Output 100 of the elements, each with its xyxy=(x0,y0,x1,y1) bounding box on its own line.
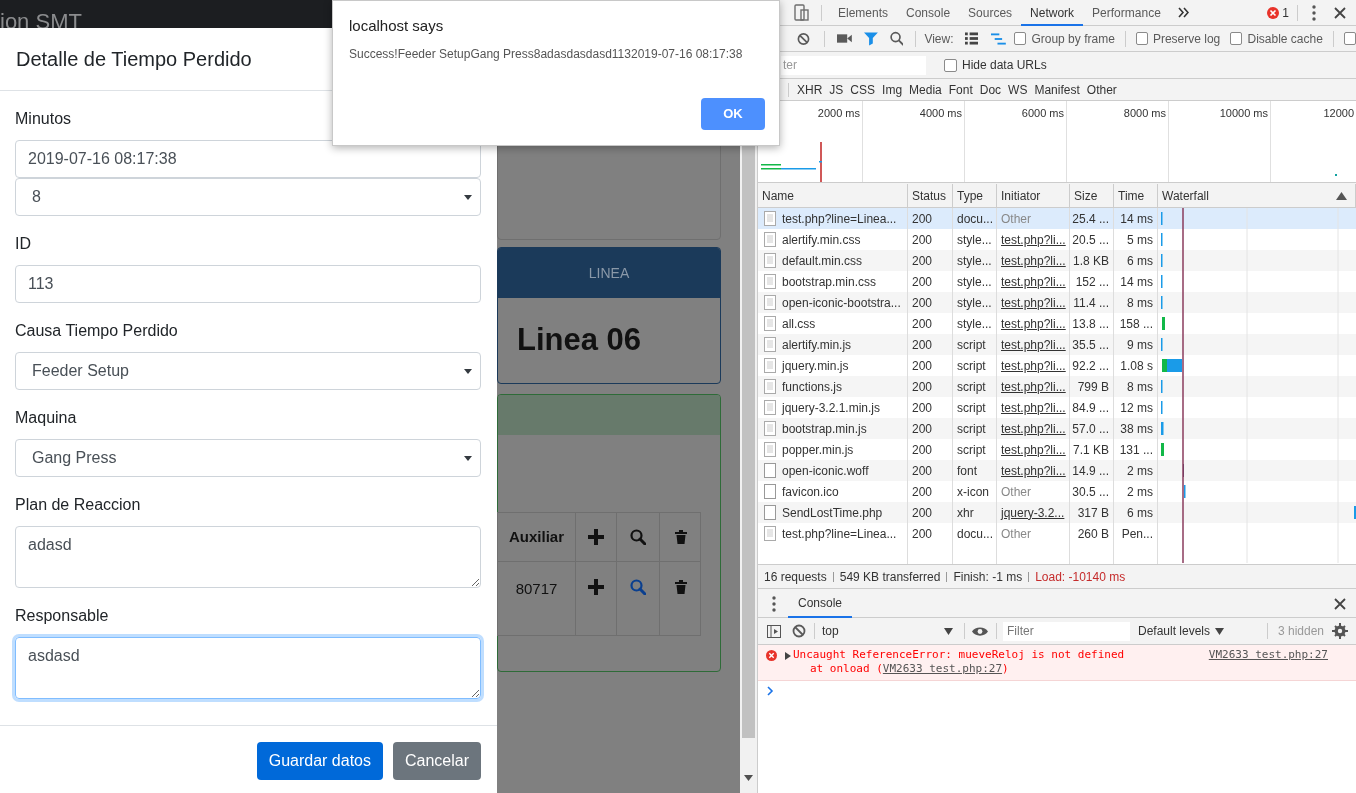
request-row[interactable]: SendLostTime.php 200 xhr jquery-3.2... 317 B 6 ms xyxy=(758,502,1158,523)
initiator-link[interactable]: test.php?li... xyxy=(1001,335,1066,354)
drawer-tab[interactable]: Console xyxy=(788,590,853,618)
trash-icon[interactable] xyxy=(673,579,688,595)
search-icon[interactable] xyxy=(630,579,646,595)
request-row[interactable]: test.php?line=Linea... 200 docu... Other 25.4 ... 14 ms xyxy=(758,208,1158,229)
summary-text: Load: -10140 ms xyxy=(1035,568,1126,586)
caret-icon xyxy=(464,195,472,200)
type-filter[interactable]: JS xyxy=(826,80,847,99)
table-cell-text: 8 ms xyxy=(1127,378,1153,396)
initiator-link[interactable]: test.php?li... xyxy=(1001,419,1066,438)
type-filter[interactable]: Other xyxy=(1083,80,1120,99)
initiator-link[interactable]: test.php?li... xyxy=(1001,461,1066,480)
timeline-tick-label: 4000 ms xyxy=(919,106,962,121)
filter-field[interactable]: ter xyxy=(781,55,926,75)
initiator-link[interactable]: test.php?li... xyxy=(1001,251,1066,270)
more-tabs-icon[interactable] xyxy=(1177,7,1189,18)
text-area[interactable]: adasd xyxy=(15,526,481,588)
column-header[interactable]: Waterfall xyxy=(1162,186,1209,205)
checkbox[interactable] xyxy=(1135,32,1148,45)
column-header[interactable]: Time xyxy=(1118,186,1145,205)
table-cell-text: xhr xyxy=(957,504,974,522)
levels-dropdown[interactable]: Default levels xyxy=(1138,622,1225,640)
sort-icon[interactable] xyxy=(1336,191,1347,200)
initiator-link[interactable]: test.php?li... xyxy=(1001,377,1066,396)
text-area[interactable]: asdasd xyxy=(15,637,481,699)
devtools-tab[interactable]: Performance xyxy=(1083,0,1170,26)
devtools-tab[interactable]: Elements xyxy=(829,0,898,26)
context-dropdown[interactable]: top xyxy=(822,621,957,641)
initiator-link[interactable]: test.php?li... xyxy=(1001,398,1066,417)
clear-icon[interactable] xyxy=(792,624,806,638)
request-row[interactable]: open-iconic.woff 200 font test.php?li... 14.9 ... 2 ms xyxy=(758,460,1158,481)
list-view-icon[interactable] xyxy=(964,32,979,45)
checkbox[interactable] xyxy=(1343,32,1356,45)
initiator-link[interactable]: test.php?li... xyxy=(1001,272,1066,291)
plus-icon[interactable] xyxy=(588,529,604,545)
initiator-link[interactable]: test.php?li... xyxy=(1001,293,1066,312)
type-filter[interactable]: Media xyxy=(906,80,945,99)
request-row[interactable]: functions.js 200 script test.php?li... 799 B 8 ms xyxy=(758,376,1158,397)
type-filter[interactable]: Font xyxy=(945,80,976,99)
request-row[interactable]: bootstrap.min.js 200 script test.php?li... 57.0 ... 38 ms xyxy=(758,418,1158,439)
select-field[interactable]: Feeder Setup xyxy=(15,352,481,390)
initiator-link[interactable]: test.php?li... xyxy=(1001,314,1066,333)
error-icon[interactable] xyxy=(1267,6,1280,19)
select-field[interactable]: 8 xyxy=(15,178,481,216)
device-toolbar-icon[interactable] xyxy=(794,4,809,21)
request-row[interactable]: open-iconic-bootstra... 200 style... test.php?li... 11.4 ... 8 ms xyxy=(758,292,1158,313)
column-header[interactable]: Name xyxy=(762,186,794,205)
eye-icon[interactable] xyxy=(972,625,988,637)
more-options-icon[interactable] xyxy=(772,596,776,612)
waterfall-view-icon[interactable] xyxy=(991,32,1007,45)
initiator-link[interactable]: test.php?li... xyxy=(1001,440,1066,459)
request-row[interactable]: alertify.min.js 200 script test.php?li... 35.5 ... 9 ms xyxy=(758,334,1158,355)
close-icon[interactable] xyxy=(1334,598,1346,610)
filter-icon[interactable] xyxy=(863,31,878,46)
column-header[interactable]: Initiator xyxy=(1001,186,1041,205)
trash-icon[interactable] xyxy=(673,529,688,545)
camera-icon[interactable] xyxy=(836,32,852,45)
plus-icon[interactable] xyxy=(588,579,604,595)
column-header[interactable]: Size xyxy=(1074,186,1098,205)
devtools-tab[interactable]: Console xyxy=(897,0,960,26)
table-cell-text: script xyxy=(957,336,986,354)
column-header[interactable]: Status xyxy=(912,186,947,205)
source-link[interactable]: VM2633 test.php:27 xyxy=(1208,648,1328,662)
checkbox[interactable] xyxy=(944,58,957,72)
expand-icon[interactable] xyxy=(785,652,791,660)
settings-icon[interactable] xyxy=(1332,623,1348,639)
error-count[interactable]: 1 xyxy=(1282,3,1289,22)
save-button[interactable]: Guardar datos xyxy=(256,742,383,780)
request-row[interactable]: default.min.css 200 style... test.php?li... 1.8 KB 6 ms xyxy=(758,250,1158,271)
devtools-tab[interactable]: Sources xyxy=(959,0,1022,26)
table-cell-text: 317 B xyxy=(1077,504,1109,522)
summary-text: 16 requests xyxy=(764,568,827,586)
source-link[interactable]: VM2633 test.php:27 xyxy=(882,662,1003,675)
filter-field[interactable]: Filter xyxy=(1003,621,1130,641)
column-header[interactable]: Type xyxy=(957,186,983,205)
select-field[interactable]: Gang Press xyxy=(15,439,481,477)
search-icon[interactable] xyxy=(630,529,646,545)
type-filter[interactable]: XHR xyxy=(794,80,826,99)
cancel-button[interactable]: Cancelar xyxy=(392,742,481,780)
type-filter[interactable]: Img xyxy=(879,80,906,99)
text-field[interactable]: 2019-07-16 08:17:38 xyxy=(15,140,481,178)
text-field[interactable]: 113 xyxy=(15,265,481,303)
clear-icon[interactable] xyxy=(797,31,810,46)
devtools-tab[interactable]: Network xyxy=(1021,0,1084,26)
initiator-link[interactable]: jquery-3.2... xyxy=(1001,503,1065,522)
more-options-icon[interactable] xyxy=(1312,4,1316,21)
summary-text: 549 KB transferred xyxy=(839,568,941,586)
initiator-link[interactable]: test.php?li... xyxy=(1001,356,1066,375)
type-filter[interactable]: Manifest xyxy=(1031,80,1083,99)
type-filter[interactable]: CSS xyxy=(847,80,879,99)
type-filter[interactable]: Doc xyxy=(976,80,1005,99)
scroll-down-icon[interactable] xyxy=(744,775,753,781)
search-icon[interactable] xyxy=(889,31,904,46)
initiator-link[interactable]: test.php?li... xyxy=(1001,230,1066,249)
type-filter[interactable]: WS xyxy=(1005,80,1031,99)
sidebar-icon[interactable] xyxy=(767,624,781,638)
checkbox[interactable] xyxy=(1230,32,1243,45)
checkbox[interactable] xyxy=(1014,32,1027,45)
close-icon[interactable] xyxy=(1334,6,1346,19)
